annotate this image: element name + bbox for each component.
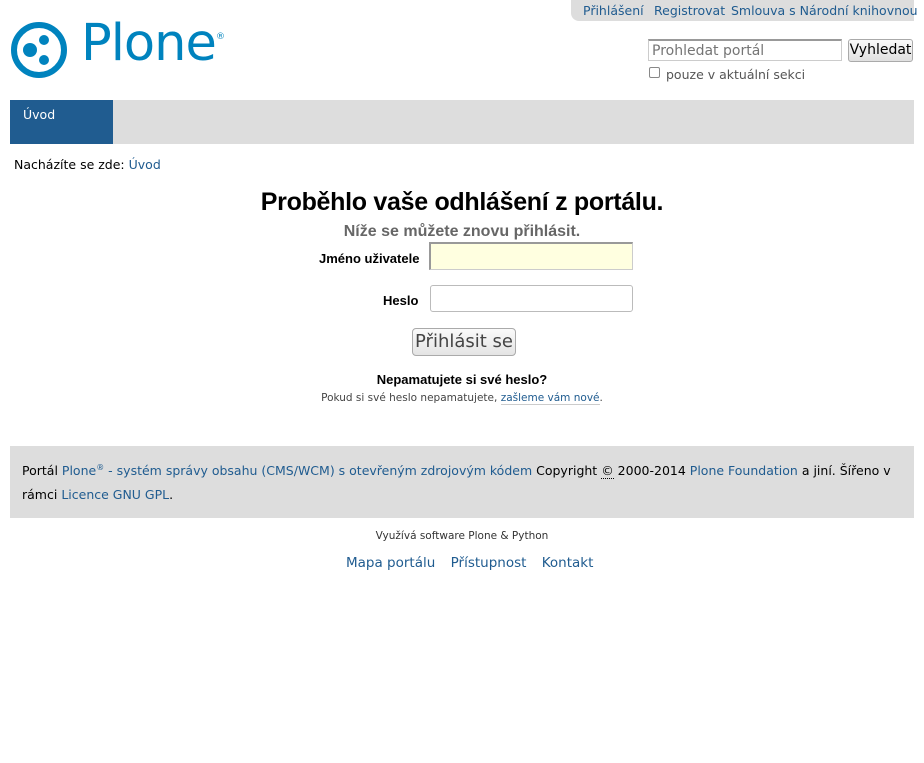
sitemap-link[interactable]: Mapa portálu xyxy=(346,555,435,571)
accessibility-link[interactable]: Přístupnost xyxy=(451,555,527,571)
breadcrumb-prefix: Nacházíte se zde: xyxy=(14,157,125,172)
footer-license-link[interactable]: Licence GNU GPL xyxy=(61,487,169,502)
footer-plone-link[interactable]: Plone® xyxy=(62,463,104,478)
login-link[interactable]: Přihlášení xyxy=(583,3,644,18)
forgot-text-prefix: Pokud si své heslo nepamatujete, xyxy=(321,392,498,404)
section-only-checkbox[interactable] xyxy=(649,67,660,78)
footer-foundation-link[interactable]: Plone Foundation xyxy=(690,463,798,478)
contact-link[interactable]: Kontakt xyxy=(542,555,594,571)
tab-home[interactable]: Úvod xyxy=(10,100,113,144)
logo-registered-mark: ® xyxy=(216,32,225,42)
site-logo[interactable]: Plone ® xyxy=(10,14,230,80)
personal-tools: Přihlášení Registrovat Smlouva s Národní… xyxy=(571,0,918,21)
breadcrumb: Nacházíte se zde: Úvod xyxy=(14,157,161,172)
password-field[interactable] xyxy=(430,285,633,312)
register-link[interactable]: Registrovat xyxy=(654,3,725,18)
search-button[interactable]: Vyhledat xyxy=(848,39,913,62)
site-actions: Mapa portálu Přístupnost Kontakt xyxy=(346,555,604,571)
reset-password-link[interactable]: zašleme vám nové xyxy=(500,392,600,405)
logo-text: Plone xyxy=(81,14,217,73)
breadcrumb-home-link[interactable]: Úvod xyxy=(129,157,161,172)
login-button[interactable]: Přihlásit se xyxy=(412,328,516,356)
footer-text: Portál xyxy=(22,463,58,478)
copyright-symbol: © xyxy=(601,463,614,479)
footer-end: . xyxy=(169,487,174,502)
forgot-password-title: Nepamatujete si své heslo? xyxy=(376,372,548,387)
page-title: Proběhlo vaše odhlášení z portálu. xyxy=(260,188,664,216)
footer-registered-mark: ® xyxy=(96,462,105,472)
plone-logo-icon xyxy=(11,22,67,78)
section-only-label: pouze v aktuální sekci xyxy=(666,67,806,82)
username-field[interactable] xyxy=(429,242,633,270)
forgot-password-text: Pokud si své heslo nepamatujete, zašleme… xyxy=(0,392,924,405)
global-nav: Úvod xyxy=(10,100,914,144)
page-subtitle: Níže se můžete znovu přihlásit. xyxy=(343,223,581,240)
footer: Portál Plone® - systém správy obsahu (CM… xyxy=(10,446,914,518)
username-label: Jméno uživatele xyxy=(319,251,420,266)
forgot-text-end: . xyxy=(599,392,603,404)
footer-cms-link[interactable]: - systém správy obsahu (CMS/WCM) s otevř… xyxy=(108,463,532,478)
footer-copyright-label: Copyright xyxy=(536,463,598,478)
footer-plone-text: Plone xyxy=(61,463,97,478)
password-label: Heslo xyxy=(383,293,419,308)
colophon: Využívá software Plone & Python xyxy=(375,530,549,542)
agreement-link[interactable]: Smlouva s Národní knihovnou xyxy=(731,3,918,18)
footer-years: 2000-2014 xyxy=(617,463,686,478)
search-input[interactable] xyxy=(648,39,842,61)
